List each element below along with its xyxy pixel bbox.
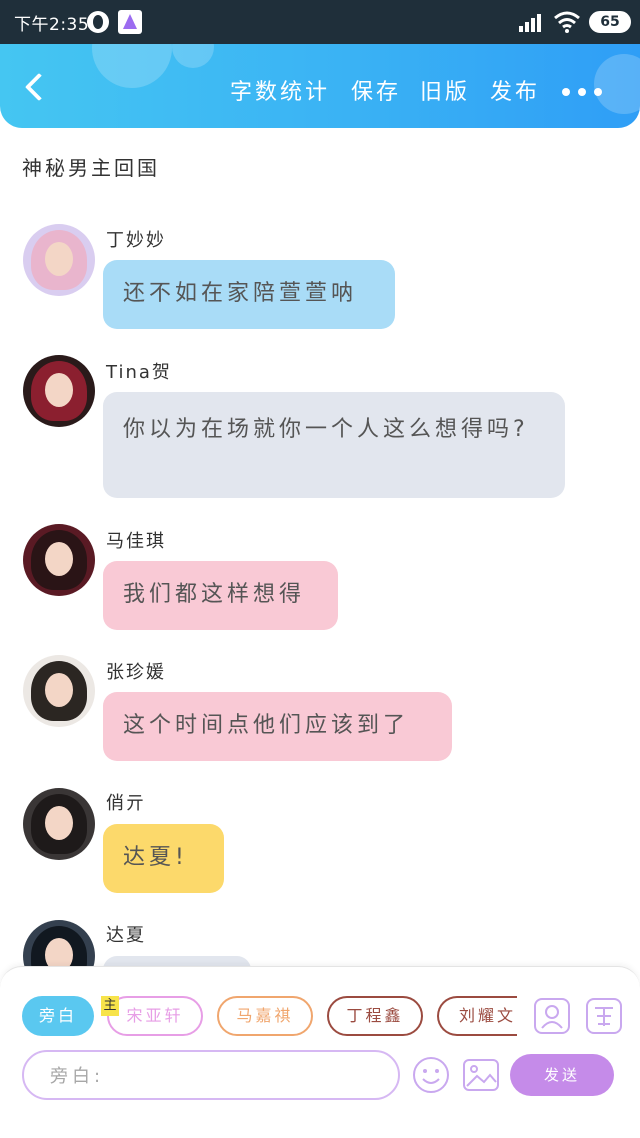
role-chip-song-yaxuan[interactable]: 宋亚轩 (107, 996, 203, 1036)
avatar[interactable] (23, 655, 95, 727)
sender-name: 马佳琪 (106, 531, 166, 552)
wifi-icon (554, 11, 580, 33)
publish-button[interactable]: 发布 (490, 74, 540, 106)
chat-message[interactable]: 张珍媛 这个时间点他们应该到了 (0, 655, 640, 765)
role-chip-narration[interactable]: 旁白 (22, 996, 94, 1036)
avatar[interactable] (23, 224, 95, 296)
top-toolbar: 字数统计 保存 旧版 发布 (0, 44, 640, 128)
message-bubble[interactable]: 我们都这样想得 (103, 561, 338, 630)
app-notification-icon (87, 11, 109, 33)
send-button[interactable]: 发送 (510, 1054, 614, 1096)
sender-name: 丁妙妙 (106, 230, 166, 251)
role-chip-ding-chengxin[interactable]: 丁程鑫 (327, 996, 423, 1036)
sender-name: 张珍媛 (106, 662, 166, 683)
chat-message[interactable]: 丁妙妙 还不如在家陪萱萱呐 (0, 224, 640, 334)
chat-message[interactable]: 马佳琪 我们都这样想得 (0, 524, 640, 634)
message-bubble[interactable]: 这个时间点他们应该到了 (103, 692, 452, 761)
role-chip-ma-jiaqi[interactable]: 马嘉祺 (217, 996, 313, 1036)
story-title[interactable]: 神秘男主回国 (22, 152, 160, 181)
role-chip-liu-yaowen[interactable]: 刘耀文 (437, 996, 517, 1036)
sender-name: 达夏 (106, 925, 146, 946)
sender-name: 俏亓 (106, 793, 146, 814)
avatar[interactable] (23, 920, 95, 966)
chat-message[interactable]: 俏亓 达夏! (0, 786, 640, 896)
message-input[interactable] (50, 1062, 380, 1090)
message-input-field[interactable] (22, 1050, 400, 1100)
main-role-badge: 主 (101, 996, 119, 1016)
character-avatar-icon[interactable] (534, 998, 570, 1034)
tag-icon[interactable] (586, 998, 622, 1034)
more-icon[interactable] (562, 88, 602, 98)
status-bar: 下午2:35 65 (0, 0, 640, 44)
app-logo-icon (118, 10, 142, 34)
message-bubble[interactable]: 达夏! (103, 824, 224, 893)
decor-bubble (172, 44, 214, 68)
decor-bubble (92, 44, 172, 88)
sender-name: Tina贺 (106, 362, 172, 383)
avatar[interactable] (23, 355, 95, 427)
chat-message[interactable]: 达夏 (0, 918, 640, 966)
signal-icon (519, 12, 545, 32)
old-version-button[interactable]: 旧版 (420, 74, 470, 106)
avatar[interactable] (23, 788, 95, 860)
image-icon[interactable] (462, 1056, 500, 1094)
status-time: 下午2:35 (14, 15, 90, 35)
word-count-button[interactable]: 字数统计 (230, 74, 330, 106)
message-bubble[interactable]: 你以为在场就你一个人这么想得吗? (103, 392, 565, 498)
chat-message[interactable]: Tina贺 你以为在场就你一个人这么想得吗? (0, 355, 640, 500)
avatar[interactable] (23, 524, 95, 596)
message-bubble[interactable]: 还不如在家陪萱萱呐 (103, 260, 395, 329)
decor-bubble (594, 54, 640, 114)
save-button[interactable]: 保存 (351, 74, 401, 106)
back-icon[interactable] (20, 72, 50, 102)
battery-indicator: 65 (589, 11, 631, 33)
message-bubble[interactable] (103, 956, 251, 966)
emoji-icon[interactable] (412, 1056, 450, 1094)
